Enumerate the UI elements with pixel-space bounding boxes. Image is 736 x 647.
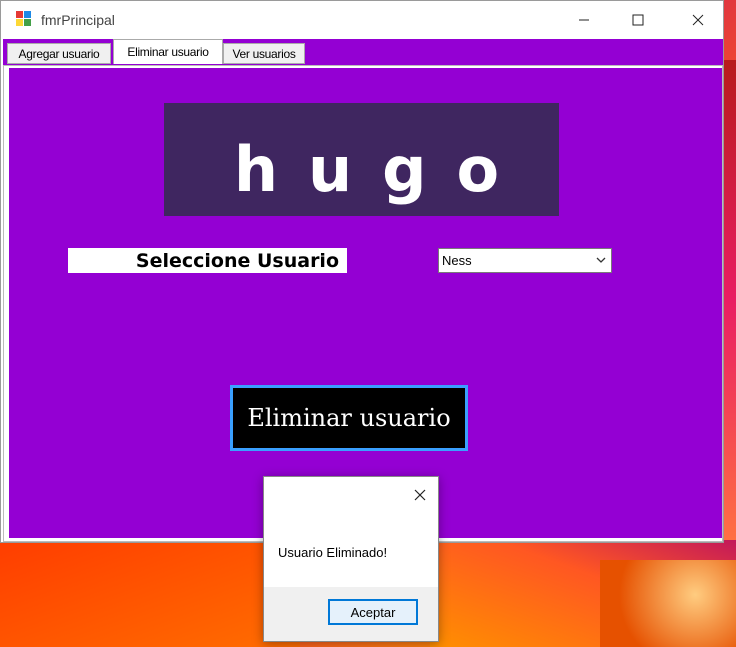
minimize-icon <box>579 19 589 21</box>
maximize-icon <box>632 14 644 26</box>
logo: hugo <box>164 103 559 216</box>
wallpaper-shape <box>0 540 300 647</box>
main-window: fmrPrincipal Agregar usuario Ver usuario… <box>0 0 724 543</box>
wallpaper-shape <box>430 540 736 647</box>
tab-agregar-usuario[interactable]: Agregar usuario <box>7 43 111 64</box>
close-icon <box>414 489 426 501</box>
tab-content: hugo Seleccione Usuario Ness Eliminar us… <box>9 68 722 538</box>
minimize-button[interactable] <box>561 1 607 39</box>
wallpaper-shape <box>724 60 736 540</box>
close-icon <box>692 14 704 26</box>
message-dialog: Usuario Eliminado! Aceptar <box>263 476 439 642</box>
title-bar[interactable]: fmrPrincipal <box>1 1 723 39</box>
tab-eliminar-usuario[interactable]: Eliminar usuario <box>113 39 223 64</box>
dialog-message: Usuario Eliminado! <box>278 545 388 560</box>
wallpaper-shape <box>600 560 736 647</box>
maximize-button[interactable] <box>615 1 661 39</box>
logo-text: hugo <box>233 133 530 206</box>
window-title: fmrPrincipal <box>41 12 115 28</box>
user-combobox-value: Ness <box>442 253 472 268</box>
tab-ver-usuarios[interactable]: Ver usuarios <box>223 43 305 64</box>
user-combobox[interactable]: Ness <box>438 248 612 273</box>
app-icon <box>16 11 32 27</box>
chevron-down-icon[interactable] <box>595 254 607 266</box>
delete-user-button[interactable]: Eliminar usuario <box>230 385 468 451</box>
ok-button[interactable]: Aceptar <box>328 599 418 625</box>
close-button[interactable] <box>675 1 721 39</box>
tab-strip: Agregar usuario Ver usuarios Eliminar us… <box>3 39 723 66</box>
dialog-footer: Aceptar <box>264 587 438 641</box>
dialog-close-button[interactable] <box>410 485 430 505</box>
select-user-label: Seleccione Usuario <box>68 248 347 273</box>
